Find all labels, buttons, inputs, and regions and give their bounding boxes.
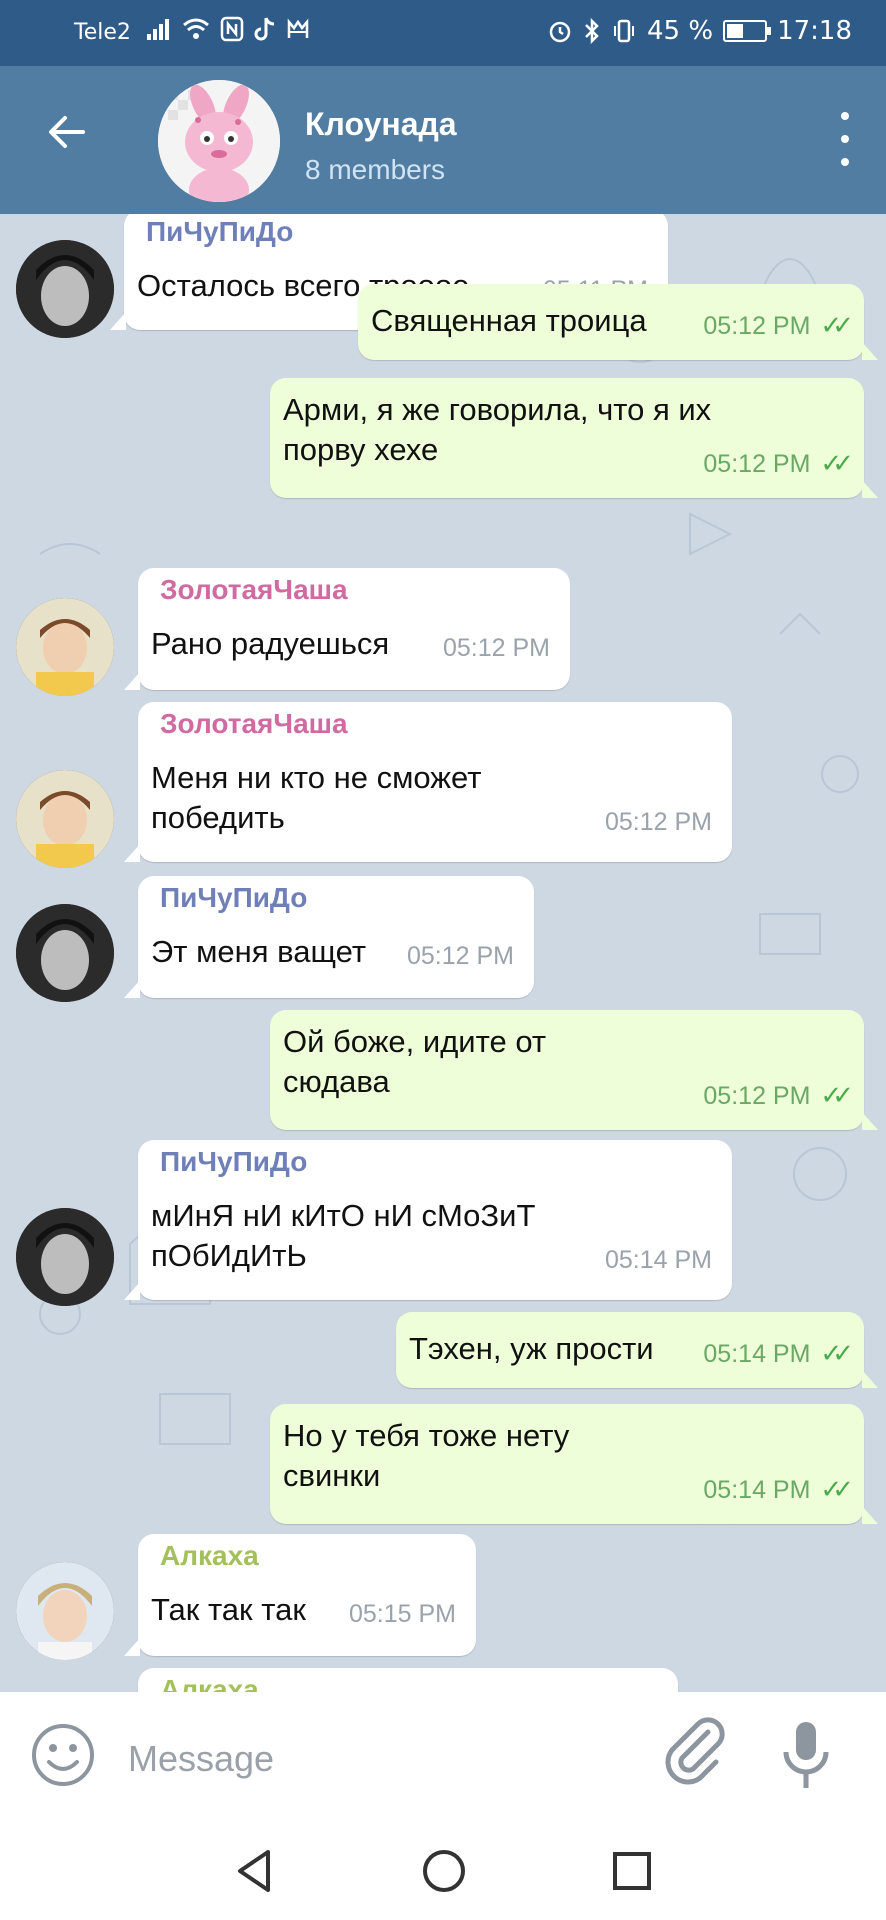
- message-text: Эт меня ващет: [151, 934, 367, 969]
- sender-name: ПиЧуПиДо: [160, 1146, 308, 1177]
- smiley-icon: [32, 1724, 94, 1786]
- avatar-photo: [16, 770, 114, 868]
- sender-avatar[interactable]: [16, 240, 114, 338]
- sender-avatar[interactable]: [16, 770, 114, 868]
- nfc-icon: [220, 16, 244, 42]
- paperclip-icon: [665, 1717, 725, 1785]
- avatar-photo: [16, 598, 114, 696]
- more-menu-button[interactable]: [830, 112, 860, 166]
- sender-name: Алкаха: [160, 1540, 259, 1571]
- nav-back-button[interactable]: [232, 1846, 276, 1901]
- system-navigation-bar: [0, 1832, 886, 1920]
- square-recents-icon: [613, 1852, 651, 1890]
- message-text: порву хехе: [283, 432, 439, 467]
- message-bubble[interactable]: Но у тебя тоже нету свинки 05:14 PM ✓✓: [270, 1404, 878, 1524]
- status-bar: Tele2 45 % 17:18: [0, 0, 886, 66]
- message-bubble[interactable]: Арми, я же говорила, что я их порву хехе…: [270, 378, 878, 498]
- group-avatar-image: [158, 80, 280, 202]
- message-time: 05:12 PM: [442, 634, 550, 662]
- sender-name: ЗолотаяЧаша: [160, 574, 348, 605]
- avatar-photo: [16, 1562, 114, 1660]
- message-composer: Message: [0, 1692, 886, 1832]
- message-bubble[interactable]: ПиЧуПиДо Эт меня ващет 05:12 PM: [124, 876, 534, 998]
- vibrate-icon: [614, 19, 634, 43]
- message-bubble[interactable]: Священная троица 05:12 PM ✓✓: [358, 284, 878, 360]
- back-button[interactable]: [40, 110, 94, 164]
- message-time: 05:15 PM: [348, 1600, 456, 1628]
- message-text: Тэхен, уж прости: [409, 1331, 654, 1366]
- message-bubble[interactable]: ЗолотаяЧаша Меня ни кто не сможет победи…: [124, 702, 732, 862]
- message-time: 05:12 PM ✓✓: [703, 448, 853, 478]
- circle-home-icon: [423, 1850, 465, 1892]
- tiktok-icon: [254, 17, 275, 41]
- chat-members-count: 8 members: [305, 154, 446, 185]
- group-avatar[interactable]: [158, 80, 280, 202]
- sender-avatar[interactable]: [16, 1562, 114, 1660]
- microphone-icon: [783, 1722, 829, 1788]
- read-ticks-icon: ✓✓: [820, 448, 853, 478]
- avatar-photo: [16, 1208, 114, 1306]
- message-text: свинки: [283, 1458, 381, 1493]
- read-ticks-icon: ✓✓: [820, 310, 853, 340]
- message-text: пОбИдИтЬ: [151, 1238, 307, 1273]
- wifi-icon: [183, 18, 209, 39]
- attach-button[interactable]: [660, 1714, 726, 1793]
- message-time: 05:14 PM ✓✓: [703, 1474, 853, 1504]
- message-text: Меня ни кто не сможет: [151, 760, 482, 795]
- message-text: мИнЯ нИ кИтО нИ сМоЗиТ: [151, 1198, 536, 1233]
- bluetooth-icon: [585, 18, 599, 44]
- message-text: Так так так: [151, 1592, 306, 1627]
- sender-avatar[interactable]: [16, 598, 114, 696]
- avatar-photo: [16, 240, 114, 338]
- nav-recents-button[interactable]: [610, 1846, 654, 1901]
- message-time: 05:12 PM ✓✓: [703, 1080, 853, 1110]
- sender-name: ЗолотаяЧаша: [160, 708, 348, 739]
- message-text: победить: [151, 800, 285, 835]
- message-bubble[interactable]: ЗолотаяЧаша Рано радуешься 05:12 PM: [124, 568, 570, 690]
- app-icon: [287, 18, 309, 38]
- sender-name: Алкаха: [160, 1674, 259, 1692]
- message-time: 05:12 PM ✓✓: [703, 310, 853, 340]
- sender-name: ПиЧуПиДо: [146, 216, 294, 247]
- read-ticks-icon: ✓✓: [820, 1474, 853, 1504]
- message-bubble[interactable]: Ой боже, идите от сюдава 05:12 PM ✓✓: [270, 1010, 878, 1130]
- read-ticks-icon: ✓✓: [820, 1338, 853, 1368]
- message-bubble[interactable]: ПиЧуПиДо мИнЯ нИ кИтО нИ сМоЗиТ пОбИдИтЬ…: [124, 1140, 732, 1300]
- message-input[interactable]: Message: [128, 1738, 274, 1780]
- message-time: 05:12 PM: [406, 942, 514, 970]
- voice-record-button[interactable]: [778, 1718, 834, 1797]
- emoji-button[interactable]: [30, 1722, 96, 1793]
- nav-home-button[interactable]: [420, 1846, 468, 1901]
- message-text: Ой боже, идите от: [283, 1024, 547, 1059]
- chat-title: Клоунада: [305, 106, 457, 142]
- sender-avatar[interactable]: [16, 904, 114, 1002]
- alarm-icon: [549, 21, 571, 43]
- avatar-photo: [16, 904, 114, 1002]
- sender-avatar[interactable]: [16, 1208, 114, 1306]
- message-bubble[interactable]: Алкаха: [138, 1668, 678, 1692]
- message-list[interactable]: ПиЧуПиДо Осталось всего троооe 05:11 PM …: [0, 214, 886, 1692]
- message-text: Рано радуешься: [151, 626, 390, 661]
- arrow-left-icon: [49, 116, 85, 148]
- battery-icon: [723, 20, 772, 42]
- message-text: Священная троица: [371, 303, 647, 338]
- battery-percent: 45 %: [647, 16, 714, 46]
- carrier-label: Tele2: [74, 20, 131, 45]
- message-time: 05:14 PM ✓✓: [703, 1338, 853, 1368]
- message-bubble[interactable]: Тэхен, уж прости 05:14 PM ✓✓: [396, 1312, 878, 1388]
- read-ticks-icon: ✓✓: [820, 1080, 853, 1110]
- chat-header: Клоунада 8 members: [0, 66, 886, 214]
- message-time: 05:14 PM: [604, 1246, 712, 1274]
- message-text: сюдава: [283, 1064, 390, 1099]
- signal-icon: [147, 19, 169, 40]
- clock: 17:18: [777, 16, 852, 46]
- message-bubble[interactable]: Алкаха Так так так 05:15 PM: [124, 1534, 476, 1656]
- triangle-back-icon: [238, 1850, 270, 1892]
- message-time: 05:12 PM: [604, 808, 712, 836]
- message-text: Но у тебя тоже нету: [283, 1418, 570, 1453]
- sender-name: ПиЧуПиДо: [160, 882, 308, 913]
- message-text: Арми, я же говорила, что я их: [283, 392, 712, 427]
